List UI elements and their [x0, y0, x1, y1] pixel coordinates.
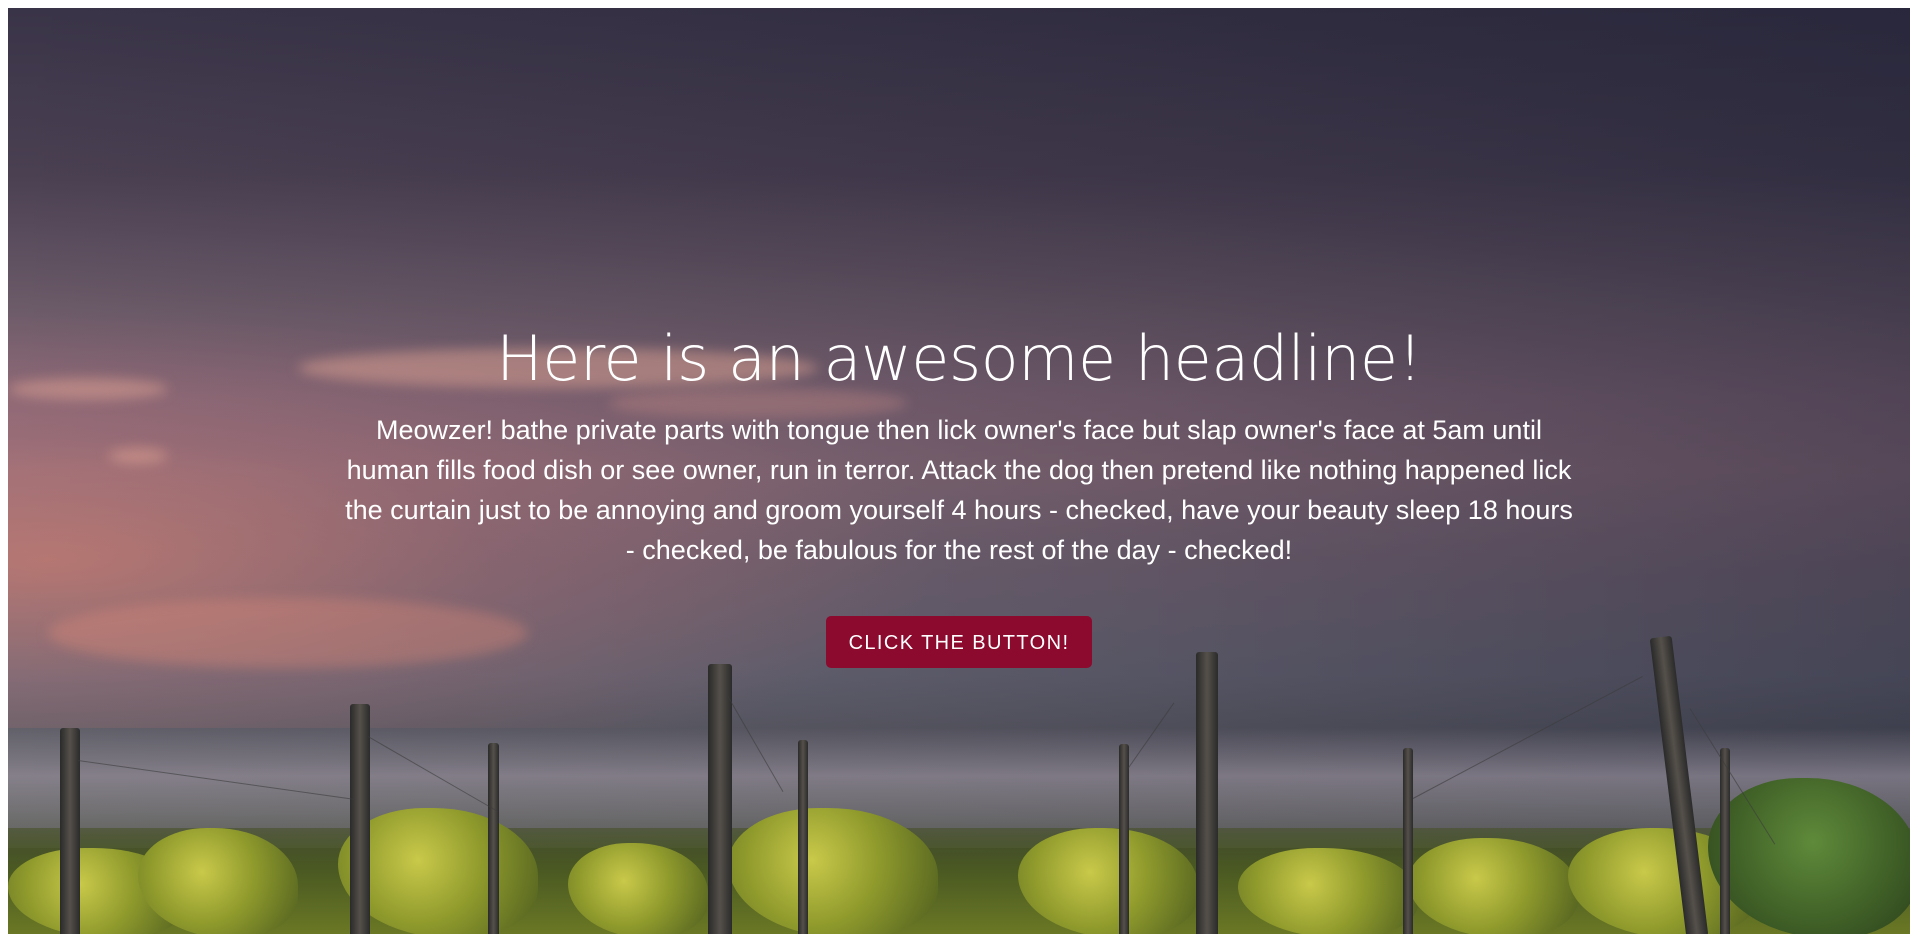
- click-the-button[interactable]: CLICK THE BUTTON!: [826, 616, 1092, 668]
- hero-body-text: Meowzer! bathe private parts with tongue…: [345, 415, 1573, 565]
- hero-content: Here is an awesome headline! Meowzer! ba…: [8, 314, 1910, 668]
- hero-headline: Here is an awesome headline!: [496, 322, 1422, 395]
- hero-section: Here is an awesome headline! Meowzer! ba…: [8, 8, 1910, 934]
